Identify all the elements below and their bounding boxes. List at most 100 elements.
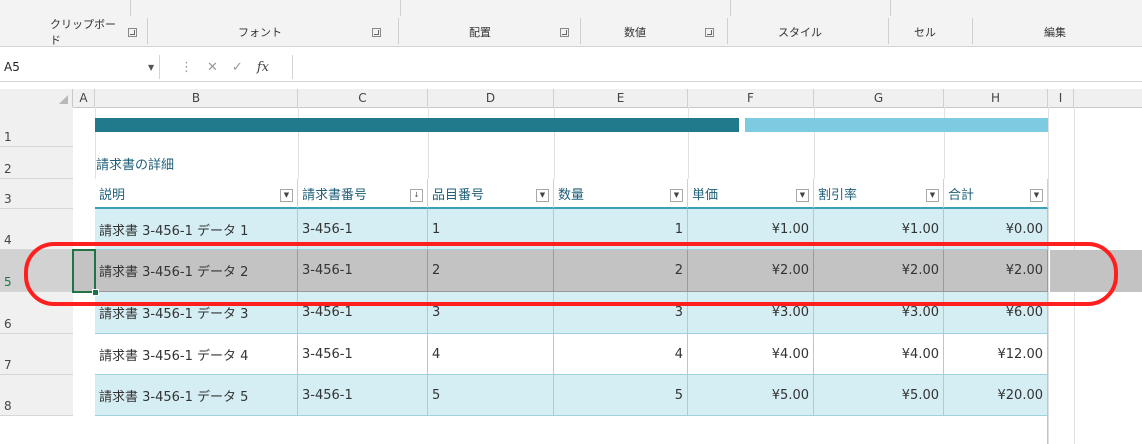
row-header-8[interactable]: 8	[0, 375, 73, 416]
cell-total[interactable]: ¥2.00	[944, 250, 1048, 292]
column-header-h[interactable]: H	[944, 89, 1048, 107]
formula-controls: ⋮ ✕ ✓ fx	[166, 55, 290, 79]
excel-window: クリップボード フォント 配置 数値 スタイル セル 編集 A5 ▼ ⋮ ✕ ✓…	[0, 0, 1142, 444]
alignment-launcher-icon[interactable]	[560, 28, 569, 37]
header-label: 割引率	[818, 187, 858, 203]
cell-description[interactable]: 請求書 3-456-1 データ 5	[95, 375, 298, 416]
ribbon-group-cells: セル	[914, 26, 936, 39]
cell-quantity[interactable]: 2	[554, 250, 688, 292]
row-header-7[interactable]: 7	[0, 334, 73, 375]
column-header-a[interactable]: A	[73, 89, 95, 107]
filter-dropdown-icon[interactable]: ▼	[670, 189, 683, 202]
formula-input[interactable]	[292, 55, 1142, 79]
ribbon-group-font: フォント	[238, 26, 282, 39]
cell-total[interactable]: ¥12.00	[944, 334, 1048, 375]
fill-handle[interactable]	[92, 289, 99, 296]
header-cell-item-number[interactable]: 品目番号 ▼	[428, 179, 554, 209]
cell-invoice-number[interactable]: 3-456-1	[298, 250, 428, 292]
cell-item-number[interactable]: 4	[428, 334, 554, 375]
cell-total[interactable]: ¥0.00	[944, 209, 1048, 250]
cell-discount[interactable]: ¥2.00	[814, 250, 944, 292]
cell-item-number[interactable]: 1	[428, 209, 554, 250]
cell-unit-price[interactable]: ¥2.00	[688, 250, 814, 292]
row-header-3[interactable]: 3	[0, 179, 73, 209]
sort-ascending-icon[interactable]: ↓	[410, 189, 423, 202]
filter-dropdown-icon[interactable]: ▼	[926, 189, 939, 202]
row-header-6[interactable]: 6	[0, 292, 73, 334]
header-label: 品目番号	[432, 187, 485, 203]
cell-description[interactable]: 請求書 3-456-1 データ 4	[95, 334, 298, 375]
cell-unit-price[interactable]: ¥1.00	[688, 209, 814, 250]
filter-dropdown-icon[interactable]: ▼	[796, 189, 809, 202]
cell-item-number[interactable]: 3	[428, 292, 554, 334]
column-headers: A B C D E F G H I	[0, 89, 1142, 108]
filter-dropdown-icon[interactable]: ▼	[280, 189, 293, 202]
cell-invoice-number[interactable]: 3-456-1	[298, 292, 428, 334]
cell-unit-price[interactable]: ¥3.00	[688, 292, 814, 334]
column-header-b[interactable]: B	[95, 89, 298, 107]
cell-quantity[interactable]: 3	[554, 292, 688, 334]
header-cell-unit-price[interactable]: 単価 ▼	[688, 179, 814, 209]
selected-row-cell-a[interactable]	[73, 250, 95, 292]
cell-item-number[interactable]: 5	[428, 375, 554, 416]
filter-dropdown-icon[interactable]: ▼	[536, 189, 549, 202]
name-box[interactable]: A5	[0, 55, 160, 79]
cell-discount[interactable]: ¥5.00	[814, 375, 944, 416]
cancel-icon[interactable]: ✕	[207, 60, 218, 75]
cell-unit-price[interactable]: ¥4.00	[688, 334, 814, 375]
column-header-f[interactable]: F	[688, 89, 814, 107]
cell-unit-price[interactable]: ¥5.00	[688, 375, 814, 416]
header-cell-invoice-number[interactable]: 請求書番号 ↓	[298, 179, 428, 209]
cell-invoice-number[interactable]: 3-456-1	[298, 375, 428, 416]
header-label: 単価	[692, 187, 719, 203]
font-launcher-icon[interactable]	[372, 28, 381, 37]
enter-icon[interactable]: ✓	[232, 60, 243, 75]
ribbon-separator	[727, 18, 728, 44]
cell-discount[interactable]: ¥4.00	[814, 334, 944, 375]
ribbon-separator	[888, 18, 889, 44]
cell-total[interactable]: ¥6.00	[944, 292, 1048, 334]
chevron-down-icon[interactable]: ▼	[148, 63, 154, 72]
row-header-2[interactable]: 2	[0, 147, 73, 179]
column-header-d[interactable]: D	[428, 89, 554, 107]
cell-invoice-number[interactable]: 3-456-1	[298, 334, 428, 375]
column-header-c[interactable]: C	[298, 89, 428, 107]
selected-row-overflow	[1050, 250, 1142, 292]
header-cell-total[interactable]: 合計 ▼	[944, 179, 1048, 209]
ribbon-fragment	[400, 0, 731, 16]
select-all-button[interactable]	[0, 89, 73, 107]
cell-description[interactable]: 請求書 3-456-1 データ 1	[95, 209, 298, 250]
column-header-g[interactable]: G	[814, 89, 944, 107]
cell-description[interactable]: 請求書 3-456-1 データ 2	[95, 250, 298, 292]
more-options-icon[interactable]: ⋮	[180, 60, 193, 75]
table-row-partial[interactable]	[95, 416, 1048, 444]
row-header-1[interactable]: 1	[0, 107, 73, 147]
cell-discount[interactable]: ¥3.00	[814, 292, 944, 334]
cell-invoice-number[interactable]: 3-456-1	[298, 209, 428, 250]
header-cell-quantity[interactable]: 数量 ▼	[554, 179, 688, 209]
row-header-5[interactable]: 5	[0, 250, 73, 292]
header-cell-discount[interactable]: 割引率 ▼	[814, 179, 944, 209]
cell-description[interactable]: 請求書 3-456-1 データ 3	[95, 292, 298, 334]
filter-dropdown-icon[interactable]: ▼	[1030, 189, 1043, 202]
title-band-light	[745, 118, 1048, 132]
ribbon-group-alignment: 配置	[469, 26, 491, 39]
column-header-i[interactable]: I	[1048, 89, 1074, 107]
cell-quantity[interactable]: 5	[554, 375, 688, 416]
cell-discount[interactable]: ¥1.00	[814, 209, 944, 250]
insert-function-icon[interactable]: fx	[257, 60, 269, 75]
formula-bar: A5 ▼ ⋮ ✕ ✓ fx	[0, 53, 1142, 82]
clipboard-launcher-icon[interactable]	[128, 28, 137, 37]
cell-total[interactable]: ¥20.00	[944, 375, 1048, 416]
header-label: 請求書番号	[302, 187, 368, 203]
row-header-4[interactable]: 4	[0, 209, 73, 250]
number-launcher-icon[interactable]	[705, 28, 714, 37]
ribbon-separator	[580, 18, 581, 44]
header-label: 数量	[558, 187, 585, 203]
column-header-e[interactable]: E	[554, 89, 688, 107]
header-cell-description[interactable]: 説明 ▼	[95, 179, 298, 209]
cell-quantity[interactable]: 1	[554, 209, 688, 250]
cell-quantity[interactable]: 4	[554, 334, 688, 375]
header-label: 合計	[948, 187, 975, 203]
cell-item-number[interactable]: 2	[428, 250, 554, 292]
